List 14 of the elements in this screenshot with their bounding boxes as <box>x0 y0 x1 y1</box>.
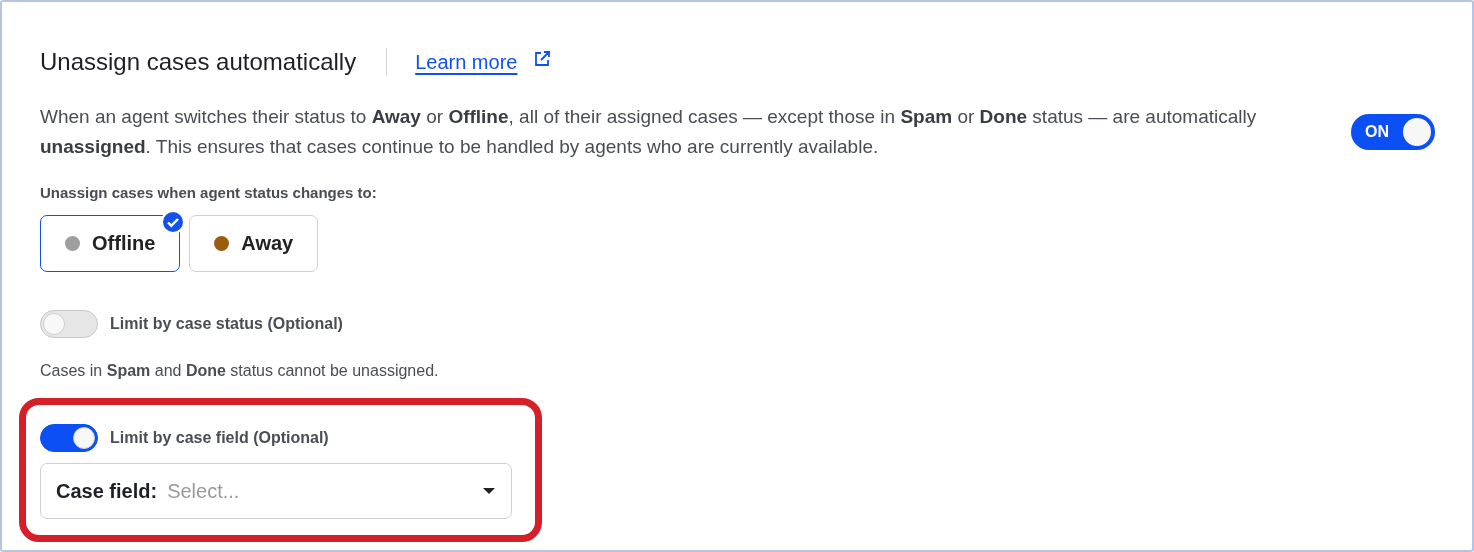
toggle-label: Limit by case field (Optional) <box>110 429 329 447</box>
case-field-dropdown[interactable]: Case field: Select... <box>40 463 512 519</box>
description: When an agent switches their status to Away or Offline, all of their assigned cases — except those in Spam or Done status — are automatically unassigned. This ensures that cases continue to be handled by agents who are currently available. <box>40 105 1258 159</box>
note-text: Cases in Spam and Done status cannot be unassigned. <box>40 362 440 380</box>
status-option[interactable]: Away <box>189 215 319 272</box>
external-link-icon[interactable] <box>533 50 552 68</box>
checkmark-icon <box>161 210 186 234</box>
section-title: Unassign cases automatically <box>40 48 357 76</box>
main-toggle[interactable]: ON <box>1351 114 1435 150</box>
caret-icon <box>483 487 495 495</box>
toggle-label: Limit by case status (Optional) <box>110 315 343 333</box>
toggle-switch[interactable] <box>40 424 98 452</box>
learn-more-link[interactable]: Learn more <box>415 50 518 74</box>
group-label: Unassign cases when agent status changes to: <box>40 184 378 201</box>
